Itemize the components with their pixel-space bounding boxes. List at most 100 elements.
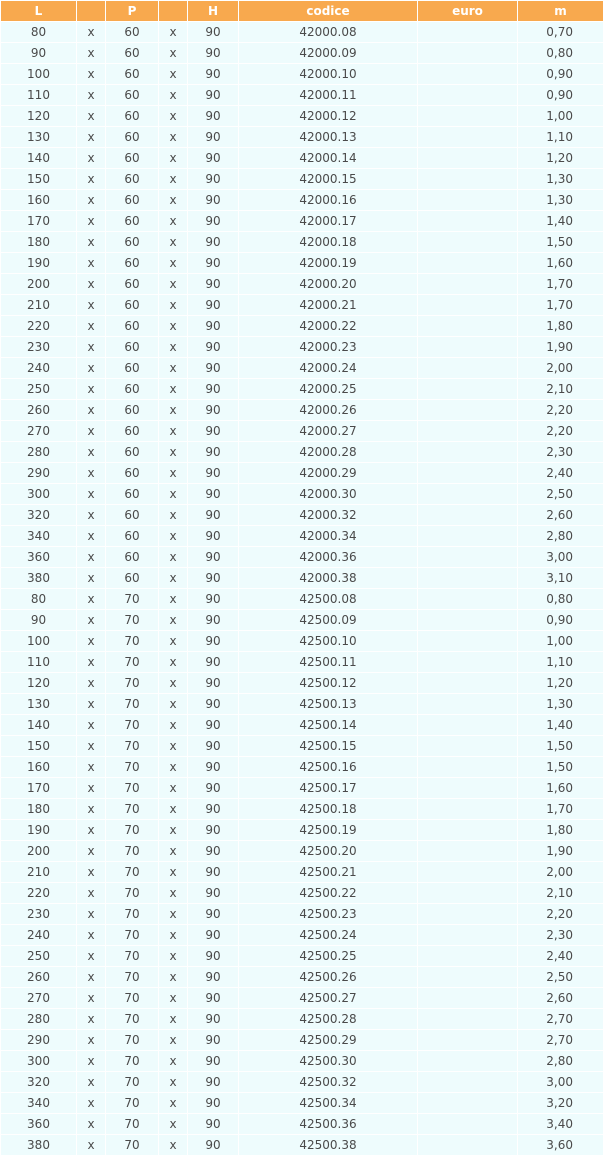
table-row: 230 x 70 x 90 42500.23 2,20 [0, 903, 603, 925]
cell-codice: 42000.11 [238, 84, 418, 106]
cell-m: 1,40 [517, 714, 603, 736]
cell-codice: 42000.25 [238, 378, 418, 400]
cell-m: 0,90 [517, 63, 603, 85]
price-table: L P H codice euro m 80 x 60 x 90 42000.08 0,70… [0, 0, 603, 1156]
cell-h: 90 [187, 441, 239, 463]
cell-p: 60 [105, 378, 159, 400]
cell-l: 140 [0, 714, 77, 736]
cell-euro [417, 252, 518, 274]
cell-m: 1,40 [517, 210, 603, 232]
cell-codice: 42500.10 [238, 630, 418, 652]
cell-x2: x [158, 483, 188, 505]
cell-p: 60 [105, 315, 159, 337]
cell-l: 260 [0, 966, 77, 988]
cell-euro [417, 798, 518, 820]
cell-l: 270 [0, 987, 77, 1009]
cell-x1: x [76, 210, 106, 232]
cell-euro [417, 1134, 518, 1156]
cell-m: 1,30 [517, 168, 603, 190]
cell-x1: x [76, 693, 106, 715]
cell-l: 360 [0, 1113, 77, 1135]
cell-h: 90 [187, 987, 239, 1009]
cell-l: 130 [0, 693, 77, 715]
cell-codice: 42000.19 [238, 252, 418, 274]
cell-h: 90 [187, 1029, 239, 1051]
cell-l: 120 [0, 672, 77, 694]
cell-l: 110 [0, 84, 77, 106]
cell-euro [417, 987, 518, 1009]
cell-x1: x [76, 441, 106, 463]
cell-l: 80 [0, 588, 77, 610]
cell-l: 240 [0, 924, 77, 946]
cell-euro [417, 1071, 518, 1093]
cell-h: 90 [187, 273, 239, 295]
table-body: 80 x 60 x 90 42000.08 0,70 90 x 60 x 90 42000.09 0,80… [0, 21, 603, 1156]
cell-h: 90 [187, 945, 239, 967]
cell-m: 1,30 [517, 189, 603, 211]
cell-p: 70 [105, 945, 159, 967]
cell-x1: x [76, 1050, 106, 1072]
cell-h: 90 [187, 21, 239, 43]
cell-x1: x [76, 483, 106, 505]
cell-p: 70 [105, 714, 159, 736]
cell-euro [417, 1050, 518, 1072]
cell-l: 320 [0, 504, 77, 526]
cell-h: 90 [187, 672, 239, 694]
cell-euro [417, 210, 518, 232]
cell-p: 70 [105, 609, 159, 631]
cell-codice: 42500.09 [238, 609, 418, 631]
cell-m: 3,40 [517, 1113, 603, 1135]
cell-m: 2,20 [517, 420, 603, 442]
cell-codice: 42500.34 [238, 1092, 418, 1114]
cell-l: 180 [0, 231, 77, 253]
cell-x2: x [158, 693, 188, 715]
cell-x1: x [76, 777, 106, 799]
table-row: 140 x 70 x 90 42500.14 1,40 [0, 714, 603, 736]
cell-x2: x [158, 336, 188, 358]
cell-m: 1,70 [517, 294, 603, 316]
cell-euro [417, 777, 518, 799]
cell-l: 110 [0, 651, 77, 673]
cell-euro [417, 126, 518, 148]
cell-l: 90 [0, 42, 77, 64]
cell-m: 2,40 [517, 462, 603, 484]
table-row: 280 x 60 x 90 42000.28 2,30 [0, 441, 603, 463]
table-row: 340 x 70 x 90 42500.34 3,20 [0, 1092, 603, 1114]
cell-euro [417, 546, 518, 568]
cell-x1: x [76, 147, 106, 169]
cell-euro [417, 966, 518, 988]
cell-codice: 42500.14 [238, 714, 418, 736]
cell-m: 2,60 [517, 504, 603, 526]
cell-x2: x [158, 588, 188, 610]
cell-p: 60 [105, 231, 159, 253]
cell-p: 60 [105, 294, 159, 316]
cell-euro [417, 693, 518, 715]
table-row: 170 x 70 x 90 42500.17 1,60 [0, 777, 603, 799]
cell-l: 190 [0, 252, 77, 274]
cell-codice: 42500.28 [238, 1008, 418, 1030]
cell-h: 90 [187, 882, 239, 904]
cell-h: 90 [187, 1008, 239, 1030]
cell-l: 240 [0, 357, 77, 379]
table-row: 290 x 60 x 90 42000.29 2,40 [0, 462, 603, 484]
table-row: 320 x 60 x 90 42000.32 2,60 [0, 504, 603, 526]
cell-euro [417, 1008, 518, 1030]
cell-x2: x [158, 735, 188, 757]
cell-euro [417, 378, 518, 400]
cell-x2: x [158, 168, 188, 190]
header-x1 [76, 0, 106, 22]
cell-h: 90 [187, 147, 239, 169]
cell-codice: 42000.30 [238, 483, 418, 505]
cell-l: 80 [0, 21, 77, 43]
cell-p: 70 [105, 861, 159, 883]
cell-x1: x [76, 1113, 106, 1135]
cell-x1: x [76, 903, 106, 925]
cell-p: 60 [105, 21, 159, 43]
cell-p: 60 [105, 189, 159, 211]
cell-x2: x [158, 1029, 188, 1051]
cell-h: 90 [187, 1050, 239, 1072]
cell-m: 0,80 [517, 42, 603, 64]
cell-l: 380 [0, 1134, 77, 1156]
cell-h: 90 [187, 924, 239, 946]
table-row: 360 x 70 x 90 42500.36 3,40 [0, 1113, 603, 1135]
